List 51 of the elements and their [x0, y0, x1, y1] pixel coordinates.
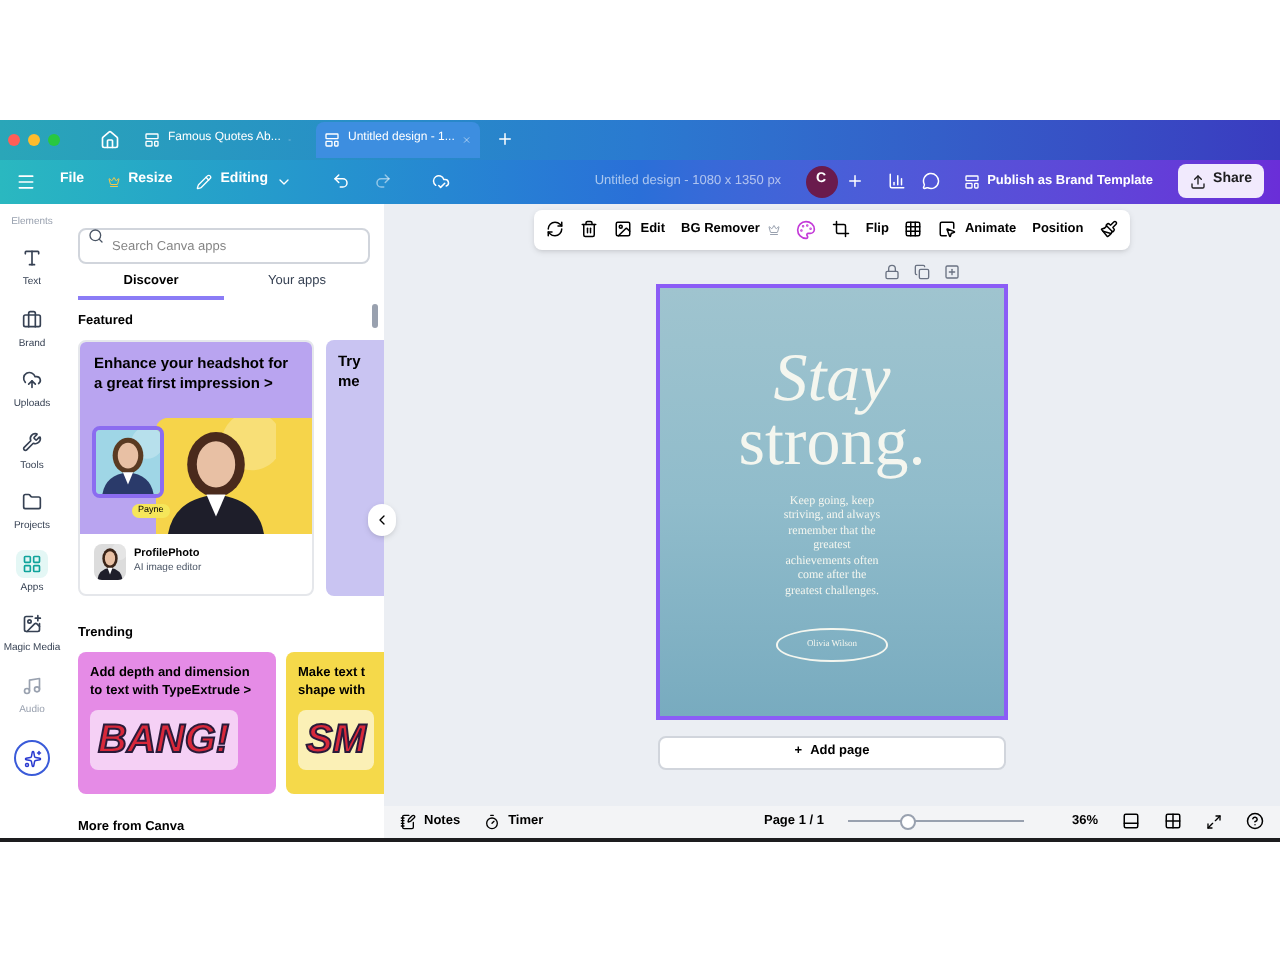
paint-roller-icon[interactable]	[1099, 220, 1118, 238]
rail-icon	[21, 614, 42, 634]
redo-icon[interactable]	[373, 172, 392, 190]
add-icon[interactable]	[845, 172, 864, 190]
sparkle-icon	[23, 749, 41, 767]
trash-icon[interactable]	[580, 220, 599, 238]
pencil-icon	[196, 173, 213, 189]
cloud-icon[interactable]	[431, 172, 450, 190]
rail-icon	[22, 675, 42, 695]
image-icon	[614, 220, 633, 238]
color-wheel-icon[interactable]	[795, 219, 816, 239]
design-heading: Stay	[773, 347, 891, 411]
menu-icon[interactable]	[16, 171, 36, 191]
fullscreen-icon[interactable]	[1206, 813, 1222, 829]
template-icon	[963, 173, 980, 189]
grid-view-icon[interactable]	[1164, 812, 1182, 830]
notes-icon	[400, 813, 416, 829]
home-icon[interactable]	[100, 129, 120, 149]
share-icon	[1189, 173, 1206, 189]
page-icon	[324, 131, 340, 147]
collapse-panel-button[interactable]	[368, 503, 396, 535]
rail-icon	[22, 309, 42, 329]
rail-icon	[21, 370, 42, 390]
page-icon	[144, 131, 160, 147]
search-icon	[88, 227, 104, 243]
magic-button[interactable]	[14, 740, 50, 776]
add-page-icon[interactable]	[944, 263, 960, 279]
chevron-icon	[374, 511, 390, 527]
rail-icon	[22, 431, 42, 451]
duplicate-icon[interactable]	[914, 263, 930, 279]
animate-icon	[938, 220, 957, 238]
zoom-slider[interactable]	[847, 811, 1024, 831]
lock-icon[interactable]	[884, 263, 900, 279]
slider-thumb[interactable]	[899, 813, 916, 829]
card-art: BANG!	[90, 709, 238, 770]
pages-icon[interactable]	[1122, 812, 1140, 830]
rail-icon	[22, 492, 42, 512]
transparency-icon[interactable]	[904, 220, 923, 238]
help-icon[interactable]	[1246, 812, 1264, 830]
undo-icon[interactable]	[331, 172, 350, 190]
card-art: SM	[298, 709, 374, 770]
comment-icon[interactable]	[921, 172, 940, 190]
timer-icon	[484, 813, 501, 829]
crop-icon[interactable]	[831, 220, 850, 238]
rail-icon	[22, 553, 42, 573]
crown-icon	[767, 223, 780, 235]
rail-icon	[22, 248, 42, 268]
crown-icon	[108, 175, 121, 187]
refresh-icon[interactable]	[546, 220, 565, 238]
new-tab-icon[interactable]	[496, 130, 514, 148]
chart-icon[interactable]	[887, 172, 906, 190]
